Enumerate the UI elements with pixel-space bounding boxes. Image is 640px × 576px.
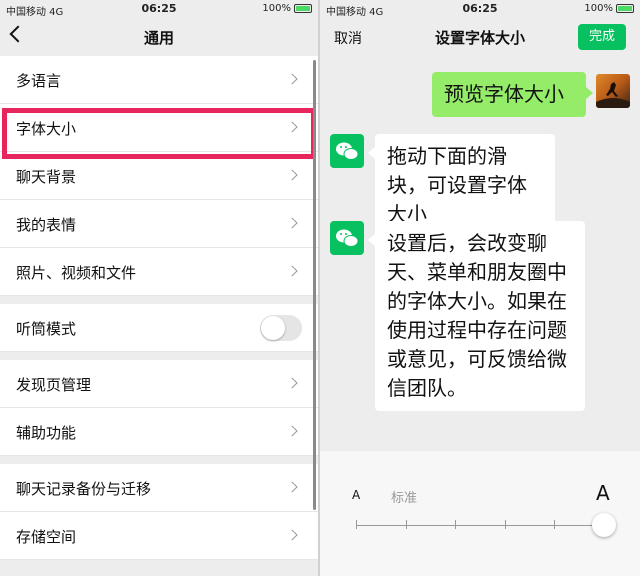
nav-bar: 取消 设置字体大小 完成: [320, 18, 640, 56]
chevron-right-icon: [286, 529, 298, 541]
bubble-tail: [368, 234, 375, 246]
item-label: 多语言: [16, 72, 62, 90]
status-indicators: 100%: [584, 3, 634, 14]
toggle-knob: [261, 316, 285, 340]
status-bar: 中国移动 4G 06:25 100%: [320, 0, 640, 18]
done-button[interactable]: 完成: [578, 24, 626, 50]
battery-percent: 100%: [584, 3, 613, 14]
standard-font-label: 标准: [391, 491, 418, 506]
settings-item-chat-backup[interactable]: 聊天记录备份与迁移: [0, 464, 318, 512]
user-avatar: [596, 74, 630, 108]
item-label: 照片、视频和文件: [16, 264, 137, 282]
settings-item-discover-management[interactable]: 发现页管理: [0, 360, 318, 408]
section-gap: [0, 296, 318, 304]
slider-handle[interactable]: [592, 513, 616, 537]
settings-item-storage[interactable]: 存储空间: [0, 512, 318, 560]
status-bar: 中国移动 4G 06:25 100%: [0, 0, 318, 18]
settings-item-chat-background[interactable]: 聊天背景: [0, 152, 318, 200]
font-size-highlight-box: [2, 108, 316, 159]
item-label: 聊天记录备份与迁移: [16, 480, 152, 498]
status-indicators: 100%: [262, 3, 312, 14]
earpiece-mode-toggle[interactable]: [260, 315, 302, 341]
message-text: 设置后，会改变聊天、菜单和朋友圈中的字体大小。如果在使用过程中存在问题或意见，可…: [387, 231, 567, 400]
item-label: 发现页管理: [16, 376, 92, 394]
bubble-tail: [586, 87, 593, 99]
settings-item-language[interactable]: 多语言: [0, 56, 318, 104]
battery-icon: [294, 4, 312, 13]
wechat-logo-icon: [330, 221, 364, 255]
chevron-right-icon: [286, 169, 298, 181]
general-settings-screen: 中国移动 4G 06:25 100% 通用 多语言 字体大小 聊天背景 我的表情…: [0, 0, 318, 576]
chevron-right-icon: [286, 377, 298, 389]
chevron-right-icon: [286, 73, 298, 85]
preview-chat: 预览字体大小 拖动下面的滑块，可设置字体大小 设置后，会改变聊天、菜单和朋友圈中…: [320, 56, 640, 451]
settings-item-media-files[interactable]: 照片、视频和文件: [0, 248, 318, 296]
small-font-label: A: [352, 488, 361, 502]
page-title: 通用: [143, 29, 174, 47]
settings-item-my-stickers[interactable]: 我的表情: [0, 200, 318, 248]
preview-message-description: 设置后，会改变聊天、菜单和朋友圈中的字体大小。如果在使用过程中存在问题或意见，可…: [375, 221, 585, 411]
font-size-slider[interactable]: [356, 520, 605, 529]
large-font-label: A: [596, 481, 610, 505]
preview-message-self: 预览字体大小: [432, 72, 586, 117]
slider-tick: [554, 520, 555, 529]
item-label: 聊天背景: [16, 168, 77, 186]
item-label: 听筒模式: [16, 320, 77, 338]
item-label: 存储空间: [16, 528, 77, 546]
chevron-right-icon: [286, 217, 298, 229]
slider-tick: [505, 520, 506, 529]
settings-item-earpiece-mode: 听筒模式: [0, 304, 318, 352]
chevron-right-icon: [286, 481, 298, 493]
wechat-logo-icon: [330, 134, 364, 168]
message-text: 拖动下面的滑块，可设置字体大小: [387, 144, 527, 226]
battery-percent: 100%: [262, 3, 291, 14]
scrollbar[interactable]: [313, 60, 316, 510]
slider-tick: [406, 520, 407, 529]
message-text: 预览字体大小: [444, 82, 564, 106]
font-size-slider-panel: A 标准 A: [320, 451, 640, 576]
bubble-tail: [368, 147, 375, 159]
chevron-right-icon: [286, 425, 298, 437]
section-gap: [0, 456, 318, 464]
chevron-right-icon: [286, 265, 298, 277]
nav-bar: 通用: [0, 18, 318, 56]
slider-tick: [356, 520, 357, 529]
section-gap: [0, 352, 318, 360]
slider-tick: [455, 520, 456, 529]
item-label: 辅助功能: [16, 424, 77, 442]
battery-icon: [616, 4, 634, 13]
settings-item-accessibility[interactable]: 辅助功能: [0, 408, 318, 456]
item-label: 我的表情: [16, 216, 77, 234]
font-size-screen: 中国移动 4G 06:25 100% 取消 设置字体大小 完成 预览字体大小 拖…: [320, 0, 640, 576]
